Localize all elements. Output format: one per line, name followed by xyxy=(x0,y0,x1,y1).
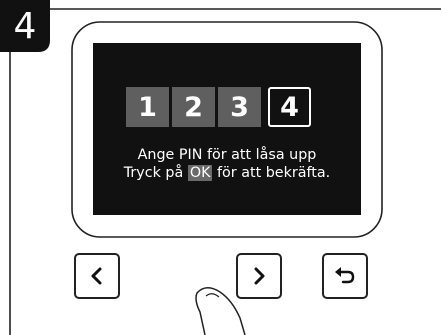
pointing-finger xyxy=(195,287,246,335)
instruction-illustration: 4 1 2 3 4 Ange PIN för att låsa upp Tryc… xyxy=(0,0,441,335)
